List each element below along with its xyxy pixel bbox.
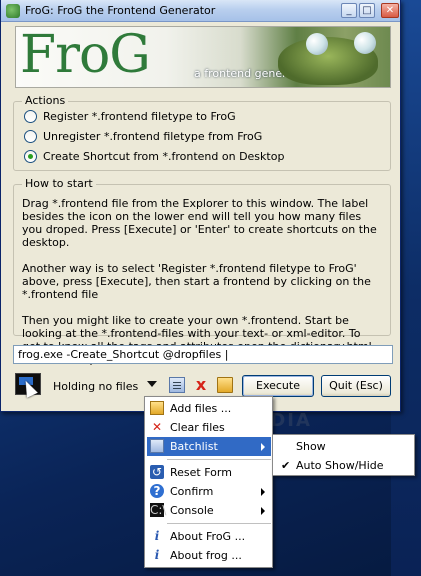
radio-unregister[interactable]: Unregister *.frontend filetype from FroG bbox=[24, 128, 262, 144]
frog-eye-right bbox=[354, 32, 376, 54]
clear-files-icon[interactable]: x bbox=[193, 377, 209, 393]
folder-icon bbox=[150, 401, 164, 415]
clear-icon: ✕ bbox=[151, 420, 163, 434]
list-icon bbox=[150, 439, 164, 453]
menu-separator bbox=[167, 459, 271, 460]
menu-item-label: Console bbox=[170, 504, 214, 517]
console-icon: C:\ bbox=[150, 503, 167, 517]
howto-paragraph: Drag *.frontend file from the Explorer t… bbox=[22, 197, 377, 249]
menu-item-add-files[interactable]: Add files ... bbox=[147, 399, 271, 418]
radio-create-shortcut[interactable]: Create Shortcut from *.frontend on Deskt… bbox=[24, 148, 284, 164]
submenu-arrow-icon bbox=[261, 488, 265, 496]
minimize-button[interactable]: _ bbox=[341, 3, 357, 18]
radio-register[interactable]: Register *.frontend filetype to FroG bbox=[24, 108, 236, 124]
menu-separator bbox=[167, 523, 271, 524]
context-menu: Add files ... ✕ Clear files Batchlist ↺ … bbox=[144, 396, 273, 568]
reset-icon: ↺ bbox=[150, 465, 164, 479]
submenu-item-label: Show bbox=[296, 440, 326, 453]
submenu-item-label: Auto Show/Hide bbox=[296, 459, 384, 472]
radio-button-checked[interactable] bbox=[24, 149, 37, 163]
menu-item-label: About FroG ... bbox=[170, 530, 246, 543]
checkmark-icon: ✔ bbox=[281, 459, 291, 472]
menu-item-about-frog[interactable]: i About frog ... bbox=[147, 546, 271, 565]
radio-create-shortcut-label: Create Shortcut from *.frontend on Deskt… bbox=[43, 149, 285, 163]
window-title: FroG: FroG the Frontend Generator bbox=[25, 4, 216, 17]
menu-item-clear-files[interactable]: ✕ Clear files bbox=[147, 418, 271, 437]
howto-group: How to start Drag *.frontend file from t… bbox=[13, 177, 391, 366]
info-icon: i bbox=[154, 529, 160, 543]
actions-group-label: Actions bbox=[22, 94, 69, 107]
app-banner: FroG a frontend generator bbox=[15, 26, 391, 88]
menu-item-reset-form[interactable]: ↺ Reset Form bbox=[147, 463, 271, 482]
frog-eye-left bbox=[306, 33, 328, 55]
menu-item-confirm[interactable]: ? Confirm bbox=[147, 482, 271, 501]
add-files-folder-icon[interactable] bbox=[217, 377, 233, 393]
file-count-status: Holding no files bbox=[53, 380, 139, 393]
close-button[interactable]: ✕ bbox=[381, 3, 399, 18]
submenu-arrow-icon bbox=[261, 507, 265, 515]
radio-unregister-label: Unregister *.frontend filetype from FroG bbox=[43, 129, 263, 143]
submenu-item-show[interactable]: Show bbox=[275, 437, 413, 456]
maximize-button[interactable]: □ bbox=[359, 3, 375, 18]
quit-button[interactable]: Quit (Esc) bbox=[321, 375, 391, 397]
banner-logo: FroG bbox=[20, 26, 151, 85]
submenu-arrow-icon bbox=[261, 443, 265, 451]
radio-register-label: Register *.frontend filetype to FroG bbox=[43, 109, 236, 123]
actions-group: Actions Register *.frontend filetype to … bbox=[13, 94, 391, 171]
title-bar[interactable]: FroG: FroG the Frontend Generator _ □ ✕ bbox=[1, 0, 400, 22]
command-line-input[interactable]: frog.exe -Create_Shortcut @dropfiles | bbox=[13, 345, 393, 364]
menu-item-about-frog-app[interactable]: i About FroG ... bbox=[147, 527, 271, 546]
menu-item-label: About frog ... bbox=[170, 549, 242, 562]
batchlist-submenu: Show ✔ Auto Show/Hide bbox=[272, 434, 415, 476]
menu-item-batchlist[interactable]: Batchlist bbox=[147, 437, 271, 456]
batchlist-icon[interactable] bbox=[169, 377, 185, 393]
howto-paragraph: Another way is to select 'Register *.fro… bbox=[22, 262, 371, 301]
submenu-item-auto-show-hide[interactable]: ✔ Auto Show/Hide bbox=[275, 456, 413, 475]
menu-item-label: Add files ... bbox=[170, 402, 232, 415]
menu-item-label: Batchlist bbox=[170, 440, 218, 453]
info-icon: i bbox=[154, 548, 160, 562]
howto-group-label: How to start bbox=[22, 177, 96, 190]
menu-item-label: Clear files bbox=[170, 421, 225, 434]
question-icon: ? bbox=[150, 484, 164, 498]
execute-button[interactable]: Execute bbox=[242, 375, 314, 397]
dropdown-arrow-icon[interactable] bbox=[147, 381, 157, 387]
menu-item-label: Reset Form bbox=[170, 466, 232, 479]
frog-app-icon bbox=[6, 4, 20, 18]
menu-item-console[interactable]: C:\ Console bbox=[147, 501, 271, 520]
menu-item-label: Confirm bbox=[170, 485, 214, 498]
radio-button[interactable] bbox=[24, 129, 37, 143]
app-window: FroG: FroG the Frontend Generator _ □ ✕ … bbox=[0, 0, 401, 412]
radio-button[interactable] bbox=[24, 109, 37, 123]
